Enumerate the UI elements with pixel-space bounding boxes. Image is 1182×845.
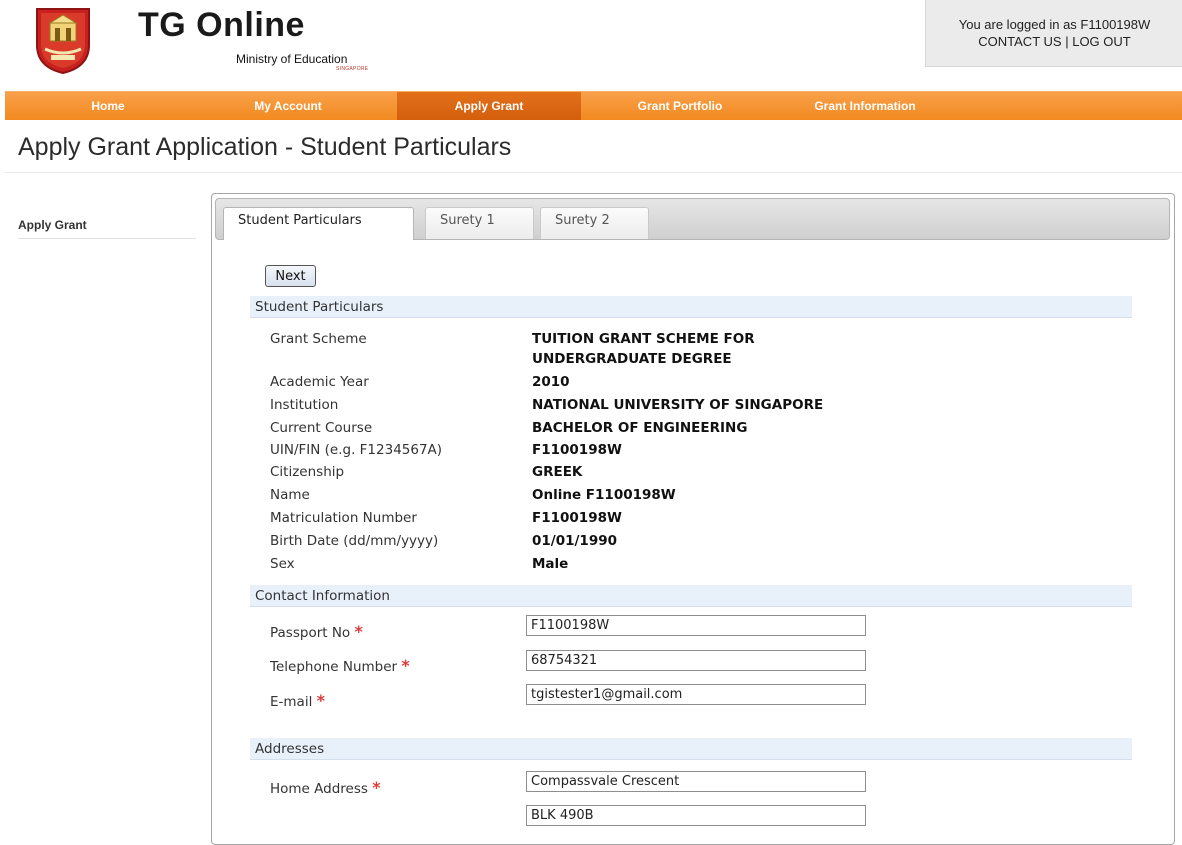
label-current-course: Current Course — [270, 420, 373, 436]
label-telephone-number: Telephone Number * — [270, 656, 410, 675]
site-title: TG Online — [138, 6, 305, 44]
home-address-line1-input[interactable] — [526, 771, 866, 792]
sidebar-divider — [18, 238, 196, 239]
telephone-number-input[interactable] — [526, 650, 866, 671]
label-passport-no-text: Passport No — [270, 625, 351, 641]
tab-surety-1[interactable]: Surety 1 — [425, 207, 534, 239]
value-birth-date: 01/01/1990 — [532, 533, 618, 549]
value-institution: NATIONAL UNIVERSITY OF SINGAPORE — [532, 397, 824, 413]
section-header-addresses: Addresses — [250, 738, 1132, 760]
required-asterisk: * — [401, 656, 410, 675]
value-name: Online F1100198W — [532, 487, 676, 503]
label-email-text: E-mail — [270, 694, 313, 710]
contact-us-link[interactable]: CONTACT US — [978, 34, 1061, 49]
required-asterisk: * — [316, 691, 325, 710]
nav-grant-portfolio[interactable]: Grant Portfolio — [605, 92, 755, 120]
site-subtitle-country: SINGAPORE — [336, 66, 369, 72]
required-asterisk: * — [354, 622, 363, 641]
value-matriculation-number: F1100198W — [532, 510, 622, 526]
page-title: Apply Grant Application - Student Partic… — [18, 133, 512, 161]
value-academic-year: 2010 — [532, 374, 570, 390]
passport-no-input[interactable] — [526, 615, 866, 636]
label-grant-scheme: Grant Scheme — [270, 331, 367, 347]
value-sex: Male — [532, 556, 569, 572]
value-citizenship: GREEK — [532, 464, 583, 480]
nav-apply-grant[interactable]: Apply Grant — [397, 92, 581, 120]
tab-student-particulars[interactable]: Student Particulars — [223, 207, 414, 240]
nav-home[interactable]: Home — [53, 92, 163, 120]
label-telephone-number-text: Telephone Number — [270, 659, 398, 675]
required-asterisk: * — [372, 778, 381, 797]
home-address-line2-input[interactable] — [526, 805, 866, 826]
label-citizenship: Citizenship — [270, 464, 345, 480]
site-subtitle: Ministry of Education — [236, 52, 348, 66]
label-academic-year: Academic Year — [270, 374, 369, 390]
label-sex: Sex — [270, 556, 295, 572]
section-header-student-particulars: Student Particulars — [250, 296, 1132, 318]
header-link-separator: | — [1065, 34, 1069, 49]
section-header-contact-information: Contact Information — [250, 585, 1132, 607]
label-birth-date: Birth Date (dd/mm/yyyy) — [270, 533, 439, 549]
label-institution: Institution — [270, 397, 339, 413]
next-button[interactable]: Next — [265, 265, 316, 287]
value-grant-scheme: TUITION GRANT SCHEME FOR — [532, 331, 755, 347]
label-uin-fin: UIN/FIN (e.g. F1234567A) — [270, 442, 443, 458]
email-input[interactable] — [526, 684, 866, 705]
form-panel: Student Particulars Surety 1 Surety 2 Ne… — [211, 193, 1175, 845]
tab-bar: Student Particulars Surety 1 Surety 2 — [215, 198, 1170, 240]
nav-grant-information[interactable]: Grant Information — [785, 92, 945, 120]
login-status-text: You are logged in as F1100198W — [958, 17, 1151, 32]
label-name: Name — [270, 487, 310, 503]
sidebar-item-apply-grant[interactable]: Apply Grant — [18, 218, 87, 232]
label-home-address-text: Home Address — [270, 781, 368, 797]
moe-crest-logo — [33, 5, 93, 75]
title-divider — [5, 172, 1182, 173]
label-passport-no: Passport No * — [270, 622, 363, 641]
login-status-box: You are logged in as F1100198W CONTACT U… — [925, 0, 1182, 67]
log-out-link[interactable]: LOG OUT — [1072, 34, 1131, 49]
value-current-course: BACHELOR OF ENGINEERING — [532, 420, 748, 436]
header-links: CONTACT US | LOG OUT — [926, 34, 1182, 49]
value-grant-scheme-line2: UNDERGRADUATE DEGREE — [532, 351, 732, 367]
tab-surety-2[interactable]: Surety 2 — [540, 207, 649, 239]
label-home-address: Home Address * — [270, 778, 381, 797]
label-matriculation-number: Matriculation Number — [270, 510, 417, 526]
value-uin-fin: F1100198W — [532, 442, 622, 458]
label-email: E-mail * — [270, 691, 325, 710]
main-nav-bar: Home My Account Apply Grant Grant Portfo… — [5, 91, 1182, 120]
nav-my-account[interactable]: My Account — [228, 92, 348, 120]
